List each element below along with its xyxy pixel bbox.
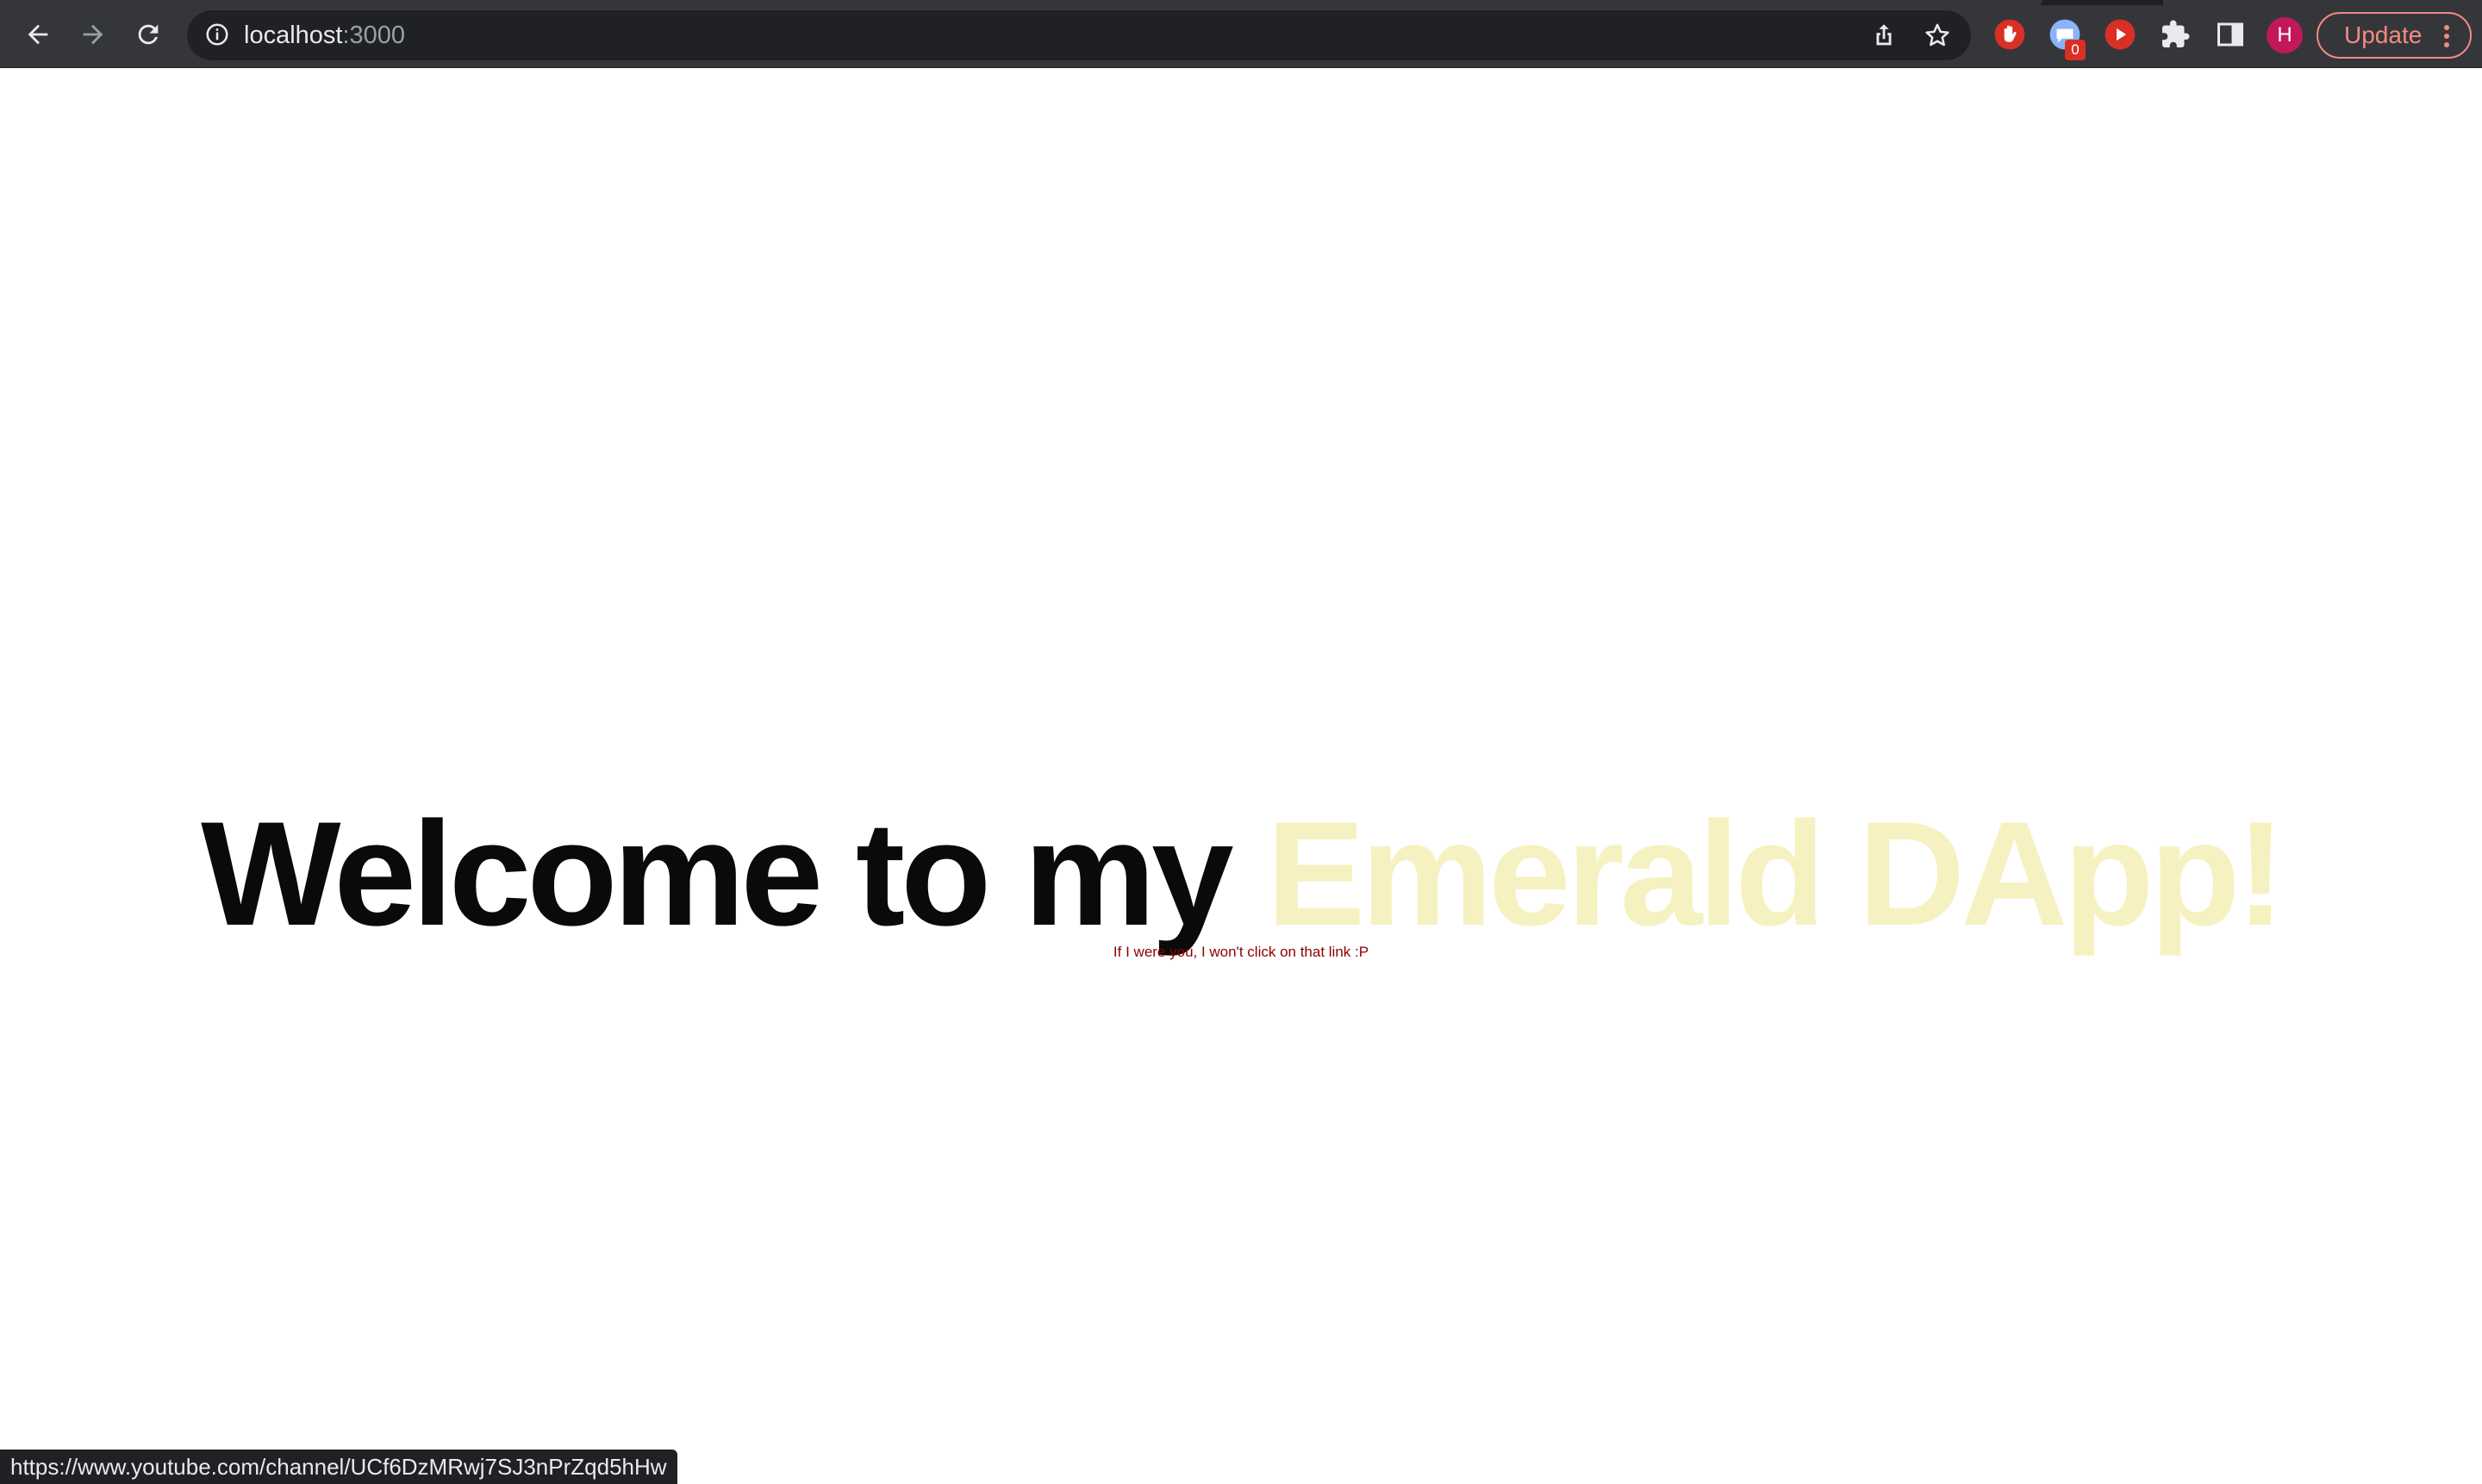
reload-icon xyxy=(138,24,159,45)
forward-button[interactable] xyxy=(74,16,112,53)
headline-accent: Emerald DApp! xyxy=(1266,791,2285,957)
tab-strip xyxy=(0,0,2482,5)
page-content: Welcome to my Emerald DApp! If I were yo… xyxy=(0,68,2482,1484)
url-port: :3000 xyxy=(342,22,406,49)
tab-edge xyxy=(2163,0,2482,5)
address-bar[interactable]: localhost:3000 xyxy=(187,10,1971,60)
back-button[interactable] xyxy=(19,16,57,53)
profile-avatar[interactable]: H xyxy=(2267,17,2303,53)
headline-main: Welcome to my xyxy=(201,791,1267,957)
extension-badge: 0 xyxy=(2065,40,2086,60)
url-host: localhost xyxy=(244,22,343,49)
update-label: Update xyxy=(2344,22,2423,48)
hand-stop-icon[interactable] xyxy=(1992,17,2027,52)
active-tab-edge xyxy=(0,0,2042,5)
update-button[interactable]: Update xyxy=(2317,12,2472,59)
star-icon[interactable] xyxy=(1923,21,1952,50)
arrow-right-icon xyxy=(83,24,103,45)
link-status-bubble: https://www.youtube.com/channel/UCf6DzMR… xyxy=(0,1450,677,1484)
page-title: Welcome to my Emerald DApp! xyxy=(0,788,2482,960)
kebab-menu-icon[interactable] xyxy=(2444,24,2449,48)
info-icon[interactable] xyxy=(204,22,230,47)
url-text[interactable]: localhost:3000 xyxy=(244,21,405,50)
reload-button[interactable] xyxy=(129,16,167,53)
share-icon[interactable] xyxy=(1869,21,1899,50)
arrow-left-icon xyxy=(28,24,48,45)
puzzle-icon[interactable] xyxy=(2158,17,2192,52)
play-icon[interactable] xyxy=(2103,17,2137,52)
side-panel-icon[interactable] xyxy=(2213,17,2248,52)
browser-toolbar: localhost:3000 0 H Update xyxy=(0,0,2482,68)
warning-link-text[interactable]: If I were you, I won't click on that lin… xyxy=(0,942,2482,963)
